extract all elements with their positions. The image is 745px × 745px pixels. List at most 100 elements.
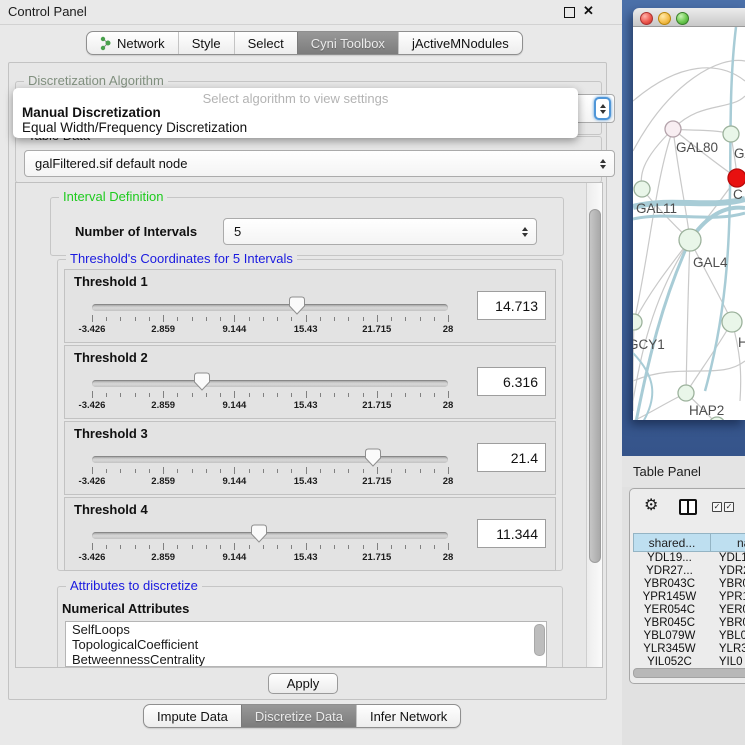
tab-cyni-toolbox[interactable]: Cyni Toolbox [297, 32, 398, 54]
table-cell: YER054C [633, 604, 706, 616]
attributes-group-label: Attributes to discretize [66, 579, 202, 593]
tick-label: 2.859 [151, 552, 175, 563]
table-cell: YPR1 [706, 591, 745, 603]
settings-vertical-scrollbar[interactable] [586, 183, 602, 667]
table-row[interactable]: YBL079WYBL0 [633, 629, 745, 642]
table-cell: YBL079W [633, 630, 706, 642]
minimize-traffic-light-icon[interactable] [658, 12, 671, 25]
algorithm-spinner[interactable] [594, 97, 611, 120]
tab-network[interactable]: Network [87, 32, 178, 54]
gear-icon[interactable]: ⚙ [644, 495, 658, 515]
network-node-label: C [733, 187, 743, 202]
table-row[interactable]: YIL052CYIL0 [633, 655, 745, 668]
threshold-slider[interactable]: -3.4262.8599.14415.4321.71528 [92, 524, 448, 566]
tab-jactivemnodules[interactable]: jActiveMNodules [398, 32, 522, 54]
slider-track[interactable] [92, 380, 448, 387]
table-row[interactable]: YER054CYER0 [633, 604, 745, 617]
tick-mark [106, 545, 107, 549]
tick-mark [334, 393, 335, 397]
table-horizontal-scrollbar[interactable] [633, 668, 745, 678]
table-row[interactable]: YDR27...YDR2 [633, 565, 745, 578]
threshold-value-field[interactable] [477, 367, 546, 396]
threshold-value-field[interactable] [477, 443, 546, 472]
tick-label: 28 [443, 324, 454, 335]
tick-label: -3.426 [79, 400, 106, 411]
attributes-list-scrollbar[interactable] [534, 624, 545, 656]
network-node-gal80[interactable] [665, 121, 681, 137]
bottom-tab-discretize-data[interactable]: Discretize Data [241, 705, 356, 727]
threshold-slider[interactable]: -3.4262.8599.14415.4321.71528 [92, 372, 448, 414]
screenshot-root: Control Panel ✕ NetworkStyleSelectCyni T… [0, 0, 745, 745]
slider-track[interactable] [92, 304, 448, 311]
network-node-hap2[interactable] [678, 385, 694, 401]
table-cell: YER0 [706, 604, 745, 616]
attribute-list-item[interactable]: TopologicalCoefficient [66, 637, 546, 652]
tick-mark [106, 317, 107, 321]
network-node-gcy1[interactable] [633, 314, 642, 330]
tick-mark [92, 391, 93, 398]
table-row[interactable]: YBR043CYBR0 [633, 578, 745, 591]
threshold-value-field[interactable] [477, 291, 546, 320]
network-node-ga[interactable] [723, 126, 739, 142]
algorithm-option-manual[interactable]: Manual Discretization [22, 105, 161, 120]
tab-select[interactable]: Select [234, 32, 297, 54]
threshold-slider[interactable]: -3.4262.8599.14415.4321.71528 [92, 448, 448, 490]
tick-mark [220, 545, 221, 549]
threshold-slider[interactable]: -3.4262.8599.14415.4321.71528 [92, 296, 448, 338]
tick-mark [120, 317, 121, 321]
tick-mark [220, 317, 221, 321]
tab-label: Network [117, 36, 165, 51]
bottom-tab-impute-data[interactable]: Impute Data [144, 705, 241, 727]
network-node-h[interactable] [722, 312, 742, 332]
network-node-gal4[interactable] [679, 229, 701, 251]
table-cell: YPR145W [633, 591, 706, 603]
slider-track[interactable] [92, 456, 448, 463]
float-window-icon[interactable] [564, 7, 575, 18]
threshold-panel-4: Threshold 4 -3.4262.8599.14415.4321.71528 [64, 497, 556, 571]
algorithm-option-equal-width[interactable]: Equal Width/Frequency Discretization [22, 120, 247, 135]
zoom-traffic-light-icon[interactable] [676, 12, 689, 25]
apply-button[interactable]: Apply [268, 673, 338, 694]
network-node-c[interactable] [728, 169, 745, 187]
table-column-header[interactable]: na [711, 533, 745, 552]
network-node-gal11[interactable] [634, 181, 650, 197]
tick-mark [149, 469, 150, 473]
bottom-tab-infer-network[interactable]: Infer Network [356, 705, 460, 727]
tick-mark [163, 543, 164, 550]
table-data-select[interactable]: galFiltered.sif default node [24, 150, 615, 177]
slider-track[interactable] [92, 532, 448, 539]
checkbox-icon[interactable]: ✓ [712, 502, 722, 512]
attribute-list-item[interactable]: BetweennessCentrality [66, 652, 546, 667]
network-node-label: HAP2 [689, 403, 724, 418]
tick-mark [320, 469, 321, 473]
table-cell: YBR043C [633, 578, 706, 590]
checkbox-icon[interactable]: ✓ [724, 502, 734, 512]
threshold-label: Threshold 4 [74, 502, 148, 517]
attribute-list-item[interactable]: SelfLoops [66, 622, 546, 637]
threshold-value-field[interactable] [477, 519, 546, 548]
tick-mark [448, 543, 449, 550]
tick-mark [363, 393, 364, 397]
close-traffic-light-icon[interactable] [640, 12, 653, 25]
numerical-attributes-list[interactable]: SelfLoopsTopologicalCoefficientBetweenne… [65, 621, 547, 667]
tab-style[interactable]: Style [178, 32, 234, 54]
number-of-intervals-select[interactable]: 5 [223, 218, 537, 245]
tick-mark [163, 391, 164, 398]
column-layout-icon[interactable] [679, 499, 697, 515]
table-column-header[interactable]: shared... [633, 533, 711, 552]
tick-mark [149, 317, 150, 321]
network-canvas[interactable]: GAL80GACGAL11GAL4GCY1HHAP2 [633, 27, 745, 420]
network-node-label: GCY1 [633, 337, 665, 352]
table-row[interactable]: YLR345WYLR3 [633, 642, 745, 655]
table-row[interactable]: YPR145WYPR1 [633, 591, 745, 604]
number-of-intervals-value: 5 [234, 224, 241, 239]
scrollbar-thumb[interactable] [589, 209, 601, 563]
table-row[interactable]: YBR045CYBR0 [633, 616, 745, 629]
close-window-icon[interactable]: ✕ [583, 3, 594, 19]
table-cell: YBR0 [706, 578, 745, 590]
attributes-group: Attributes to discretize Numerical Attri… [57, 586, 563, 668]
table-data-selected-value: galFiltered.sif default node [35, 156, 187, 171]
tick-mark [120, 469, 121, 473]
threshold-panel-3: Threshold 3-3.4262.8599.14415.4321.71528 [64, 421, 556, 495]
table-row[interactable]: YDL19...YDL1 [633, 552, 745, 565]
